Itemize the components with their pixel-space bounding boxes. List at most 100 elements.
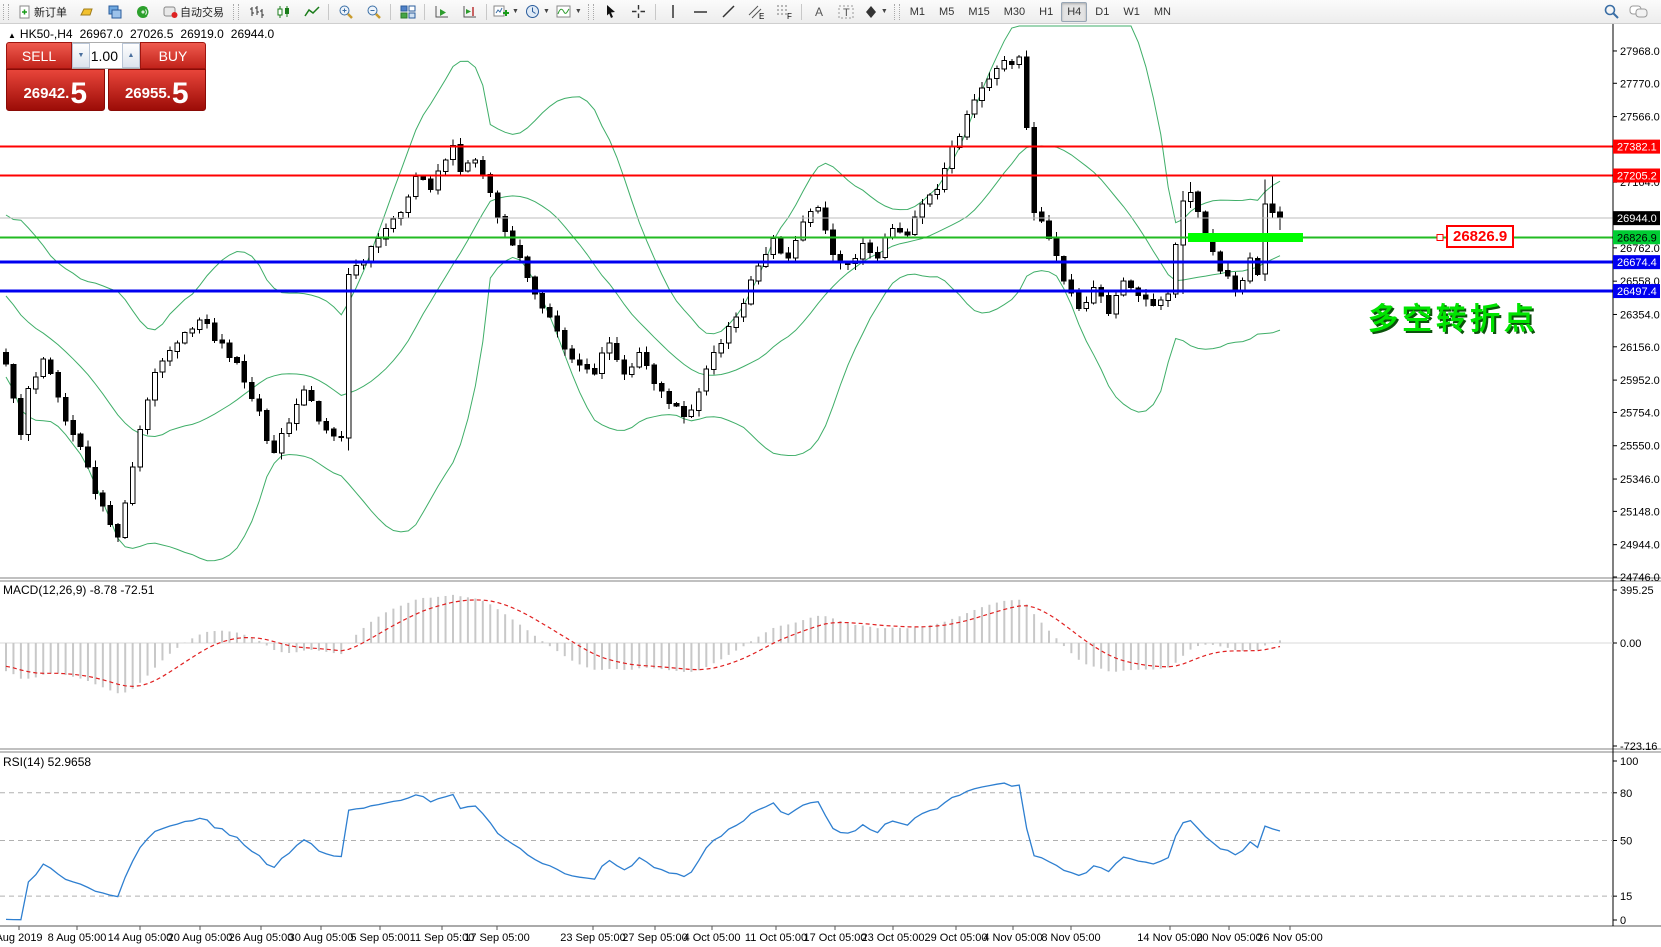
candle-chart-button[interactable] [270, 1, 298, 23]
new-chart-button[interactable]: ▼ [490, 1, 522, 23]
chat-icon [1629, 4, 1649, 20]
candle-bear [1196, 192, 1201, 212]
toolbar-grip[interactable] [894, 4, 900, 20]
price-axis[interactable]: 27968.027770.027566.027368.027164.026762… [1613, 46, 1660, 927]
timeframe-button-mn[interactable]: MN [1148, 2, 1177, 22]
lot-increase-button[interactable]: ▲ [122, 43, 140, 68]
chevron-down-icon: ▼ [575, 8, 582, 15]
candle-bear [250, 383, 255, 399]
bid-price-button[interactable]: 26942.5 [6, 69, 105, 111]
timeframe-button-h1[interactable]: H1 [1033, 2, 1059, 22]
arrows-button[interactable]: ▼ [861, 1, 891, 23]
timeframe-button-m1[interactable]: M1 [904, 2, 931, 22]
timeframe-button-h4[interactable]: H4 [1061, 2, 1087, 22]
trend-highlight-segment[interactable] [1188, 233, 1303, 242]
tile-windows-icon [400, 5, 416, 19]
zoom-in-button[interactable] [332, 1, 360, 23]
indicators-button[interactable]: ▼ [553, 1, 585, 23]
mt4-window: 新订单 自动交易 [0, 0, 1661, 947]
horizontal-line-icon [693, 6, 708, 18]
candle-bear [264, 411, 269, 441]
text-label-button[interactable]: T [833, 1, 861, 23]
chart-shift-button[interactable] [456, 1, 484, 23]
candle-bull [793, 241, 798, 258]
trendline-button[interactable] [715, 1, 743, 23]
text-button[interactable]: A [805, 1, 833, 23]
rsi-tick-label: 80 [1620, 788, 1632, 800]
sell-button[interactable]: SELL [6, 42, 72, 69]
quick-trade-expander[interactable]: ▲ [8, 31, 16, 40]
fibonacci-button[interactable]: F [771, 1, 799, 23]
svg-text:T: T [843, 7, 850, 19]
chat-button[interactable] [1625, 1, 1653, 23]
time-axis-label: 8 Nov 05:00 [1041, 932, 1100, 944]
rsi-tick-label: 0 [1620, 915, 1626, 927]
terminal-button[interactable] [101, 1, 129, 23]
horizontal-line-button[interactable] [687, 1, 715, 23]
candle-bull [130, 467, 135, 504]
candle-bear [63, 397, 68, 421]
candle-bull [399, 212, 404, 218]
candle-bull [26, 389, 31, 435]
candle-bull [41, 359, 46, 376]
bar-chart-button[interactable] [242, 1, 270, 23]
candle-bull [630, 367, 635, 374]
buy-button[interactable]: BUY [140, 42, 206, 69]
chart-canvas[interactable]: 27968.027770.027566.027368.027164.026762… [0, 0, 1661, 947]
svg-text:E: E [759, 12, 764, 20]
time-axis-label: 4 Nov 05:00 [983, 932, 1042, 944]
candle-bear [19, 398, 24, 434]
ask-price-button[interactable]: 26955.5 [108, 69, 207, 111]
candle-bear [1151, 300, 1156, 306]
line-chart-button[interactable] [298, 1, 326, 23]
new-order-button[interactable]: 新订单 [12, 1, 73, 23]
timeframe-button-m5[interactable]: M5 [933, 2, 960, 22]
tile-windows-button[interactable] [394, 1, 422, 23]
cursor-button[interactable] [597, 1, 625, 23]
vertical-line-icon [667, 4, 679, 19]
lot-decrease-button[interactable]: ▼ [72, 43, 90, 68]
equidistant-channel-button[interactable]: E [743, 1, 771, 23]
candle-bear [898, 228, 903, 232]
open-value: 26967.0 [80, 27, 123, 41]
profiles-button[interactable]: ▼ [522, 1, 553, 23]
candle-bear [555, 316, 560, 331]
candle-bull [697, 392, 702, 411]
crosshair-button[interactable] [625, 1, 653, 23]
zoom-out-button[interactable] [360, 1, 388, 23]
bar-chart-icon [248, 5, 264, 19]
timeframe-button-w1[interactable]: W1 [1117, 2, 1146, 22]
gold-button[interactable] [73, 1, 101, 23]
toolbar-grip[interactable] [588, 4, 594, 20]
panel-frames [0, 24, 1661, 926]
candle-bull [413, 176, 418, 196]
timeframe-button-m30[interactable]: M30 [998, 2, 1031, 22]
auto-scroll-button[interactable] [428, 1, 456, 23]
timeframe-button-d1[interactable]: D1 [1089, 2, 1115, 22]
toolbar-grip[interactable] [233, 4, 239, 20]
candle-bear [1062, 256, 1067, 281]
lot-stepper: ▼ 1.00 ▲ [72, 42, 140, 69]
crosshair-icon [631, 4, 646, 19]
time-axis[interactable]: Aug 20198 Aug 05:0014 Aug 05:0020 Aug 05… [0, 926, 1323, 944]
candle-bull [160, 361, 165, 372]
ask-price-big-digit: 5 [172, 81, 189, 106]
text-label-icon: T [838, 4, 855, 20]
macd-pane[interactable] [0, 595, 1613, 693]
autotrading-button[interactable]: 自动交易 [157, 1, 230, 23]
toolbar-grip[interactable] [3, 4, 9, 20]
signals-button[interactable] [129, 1, 157, 23]
rsi-pane[interactable] [0, 783, 1613, 920]
candlestick-icon [276, 5, 292, 19]
price-tick-label: 27566.0 [1620, 112, 1660, 124]
candle-bear [1077, 293, 1082, 309]
timeframe-button-m15[interactable]: M15 [962, 2, 995, 22]
vertical-line-button[interactable] [659, 1, 687, 23]
candle-bear [905, 232, 910, 235]
chart-text-annotation[interactable]: 多空转折点 [1368, 294, 1538, 338]
lot-input[interactable]: 1.00 [90, 43, 122, 68]
search-button[interactable] [1597, 1, 1625, 23]
price-callout-label[interactable]: 26826.9 [1446, 225, 1514, 248]
time-axis-label: 30 Aug 05:00 [289, 932, 354, 944]
fibonacci-icon: F [776, 4, 793, 20]
